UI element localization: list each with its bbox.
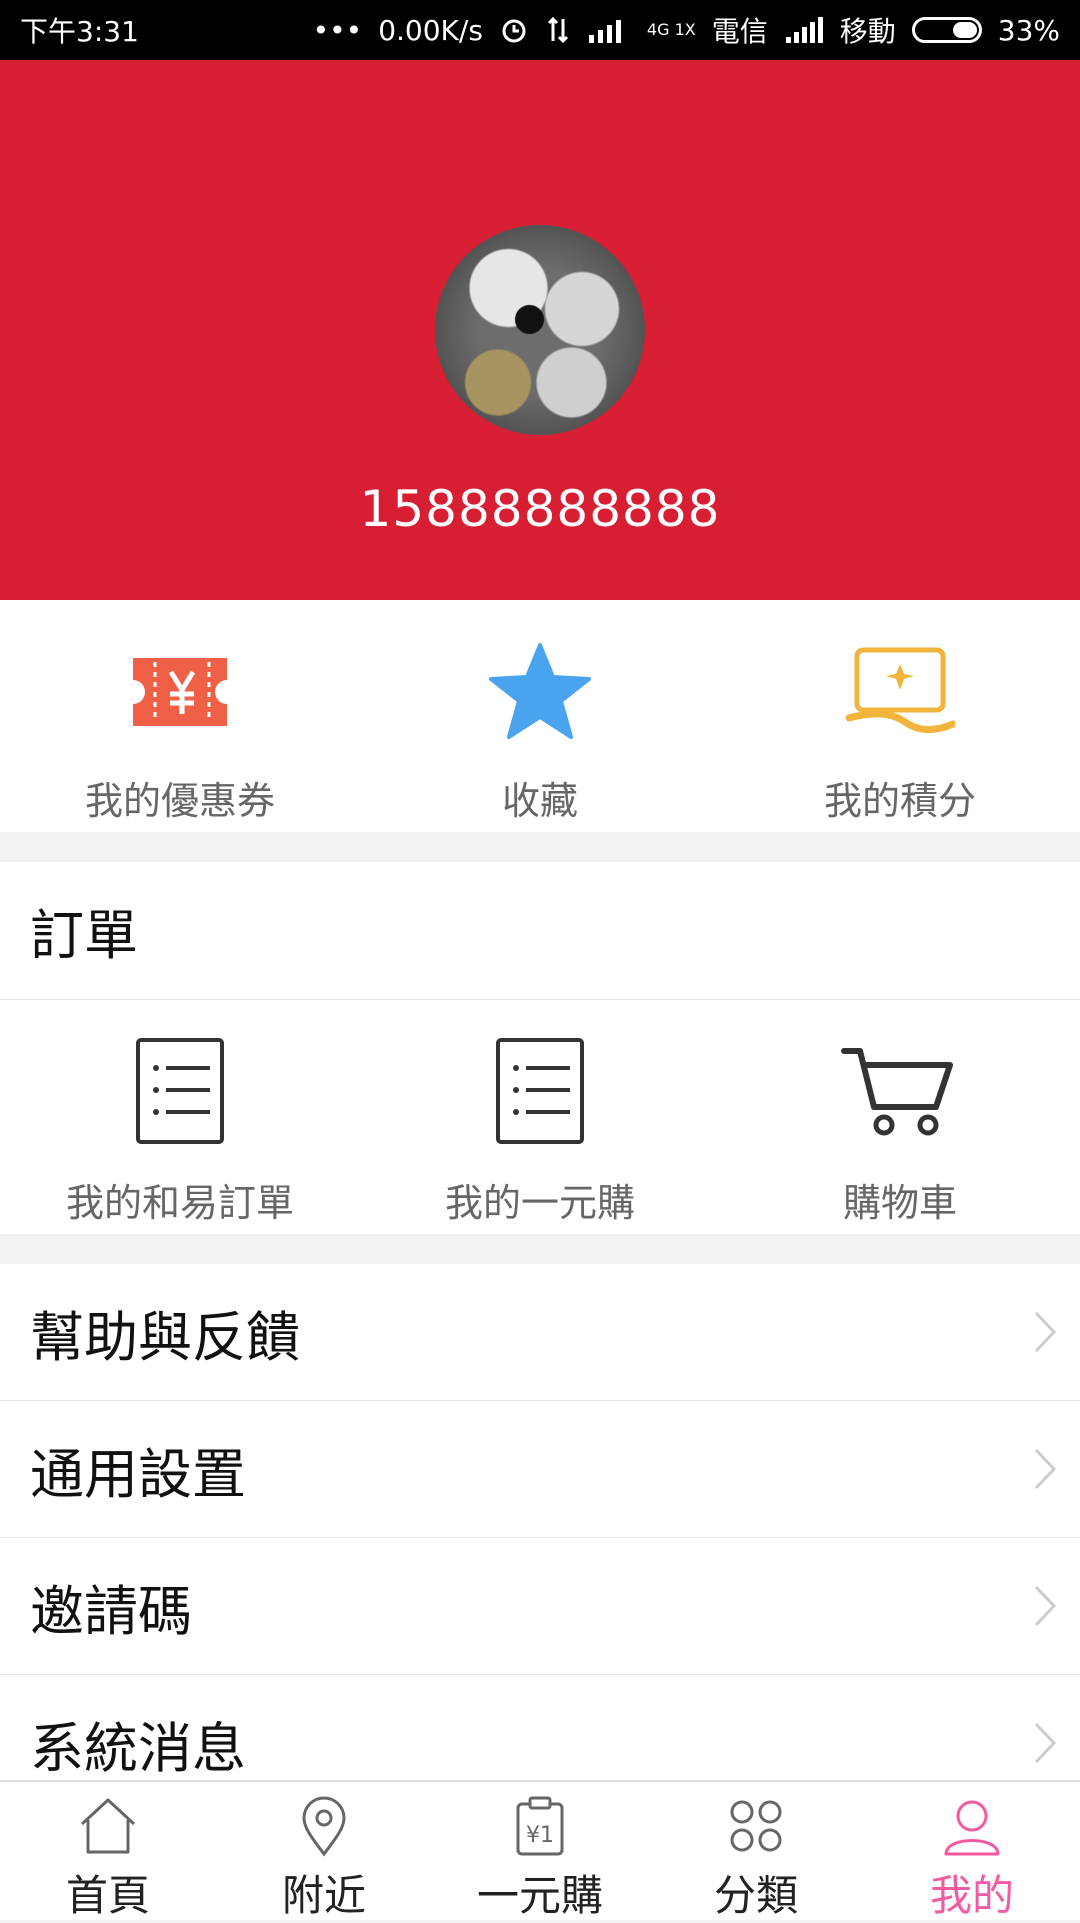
carrier-2: 移動 — [839, 15, 896, 48]
tab-nearby[interactable]: 附近 — [216, 1782, 432, 1920]
bottom-nav: 首頁 附近 ¥1 一元購 分類 我的 — [0, 1780, 1080, 1920]
profile-header: 15888888888 — [0, 60, 1080, 600]
coupon-icon — [125, 642, 235, 742]
my-points-label: 我的積分 — [823, 779, 976, 823]
my-orders-button[interactable]: 我的和易訂單 — [0, 1000, 360, 1234]
phone-number: 15888888888 — [359, 480, 721, 538]
menu-label: 幫助與反饋 — [30, 1305, 300, 1369]
cart-icon — [840, 1036, 960, 1146]
favorites-button[interactable]: 收藏 — [360, 600, 720, 832]
menu-invite-code[interactable]: 邀請碼 — [0, 1538, 1080, 1675]
menu-label: 通用設置 — [30, 1442, 246, 1506]
tab-mine[interactable]: 我的 — [864, 1782, 1080, 1920]
cart-button[interactable]: 購物車 — [720, 1000, 1080, 1234]
avatar[interactable] — [435, 225, 645, 435]
home-icon — [73, 1794, 143, 1858]
menu-help-feedback[interactable]: 幫助與反饋 — [0, 1264, 1080, 1401]
tab-label: 首頁 — [65, 1871, 150, 1920]
chevron-right-icon — [1034, 1722, 1057, 1764]
battery-icon — [911, 17, 982, 43]
status-dots: ••• — [312, 13, 363, 47]
my-points-button[interactable]: 我的積分 — [720, 600, 1080, 832]
my-coupons-button[interactable]: 我的優惠券 — [0, 600, 360, 832]
signal-icon — [587, 17, 631, 43]
tab-label: 一元購 — [476, 1871, 603, 1920]
orders-title: 訂單 — [0, 862, 1080, 1000]
status-bar: 下午3:31 ••• 0.00K/s 4G 1X 電信 移動 33% — [0, 0, 1080, 60]
menu-label: 系統消息 — [30, 1716, 246, 1780]
chevron-right-icon — [1034, 1448, 1057, 1490]
data-transfer-icon — [545, 15, 571, 45]
my-orders-label: 我的和易訂單 — [65, 1181, 294, 1225]
tab-label: 我的 — [929, 1871, 1014, 1920]
menu-label: 邀請碼 — [30, 1579, 192, 1643]
network-type: 4G 1X — [646, 20, 696, 39]
favorites-label: 收藏 — [501, 779, 578, 823]
tab-home[interactable]: 首頁 — [0, 1782, 216, 1920]
settings-menu: 幫助與反饋 通用設置 邀請碼 系統消息 — [0, 1264, 1080, 1812]
tab-category[interactable]: 分類 — [648, 1782, 864, 1920]
chevron-right-icon — [1034, 1585, 1057, 1627]
status-icons: ••• 0.00K/s 4G 1X 電信 移動 33% — [313, 10, 1060, 50]
profile-icon — [937, 1794, 1007, 1858]
orders-card: 訂單 我的和易訂單 我的一元購 購物車 — [0, 862, 1080, 1234]
alarm-icon — [499, 15, 529, 45]
star-icon — [485, 642, 595, 742]
chevron-right-icon — [1034, 1311, 1057, 1353]
carrier-1: 電信 — [711, 15, 768, 48]
signal-bars-icon — [784, 17, 824, 43]
cart-label: 購物車 — [842, 1181, 957, 1225]
network-speed: 0.00K/s — [378, 13, 483, 47]
quick-actions: 我的優惠券 收藏 我的積分 — [0, 600, 1080, 832]
menu-general-settings[interactable]: 通用設置 — [0, 1401, 1080, 1538]
orders-row: 我的和易訂單 我的一元購 購物車 — [0, 1000, 1080, 1234]
svg-text:¥1: ¥1 — [526, 1823, 554, 1848]
status-time: 下午3:31 — [20, 15, 139, 48]
list-icon — [480, 1036, 600, 1146]
tab-label: 附近 — [281, 1871, 366, 1920]
list-icon — [120, 1036, 240, 1146]
my-one-yuan-label: 我的一元購 — [444, 1181, 635, 1225]
my-coupons-label: 我的優惠券 — [84, 779, 275, 823]
tab-one-yuan[interactable]: ¥1 一元購 — [432, 1782, 648, 1920]
one-yuan-icon: ¥1 — [505, 1794, 575, 1858]
tab-label: 分類 — [713, 1871, 798, 1920]
points-icon — [845, 642, 955, 742]
category-icon — [721, 1794, 791, 1858]
location-icon — [289, 1794, 359, 1858]
battery-percent: 33% — [997, 13, 1060, 47]
my-one-yuan-button[interactable]: 我的一元購 — [360, 1000, 720, 1234]
